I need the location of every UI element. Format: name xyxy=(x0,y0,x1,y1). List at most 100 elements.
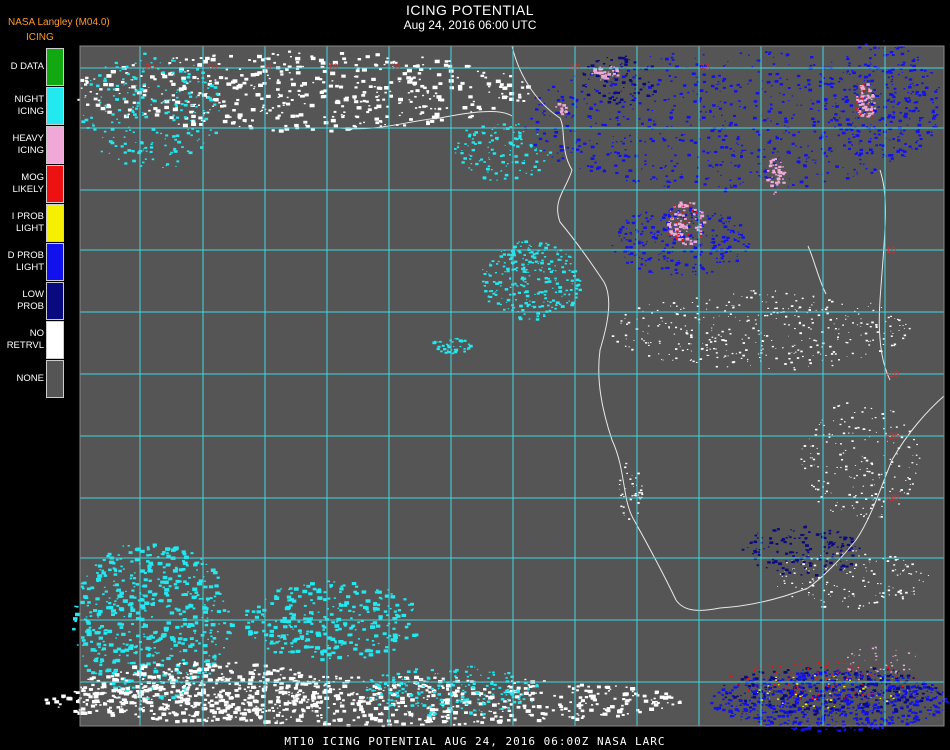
icing-pixel xyxy=(686,224,688,226)
icing-pixel xyxy=(251,610,256,613)
icing-pixel xyxy=(247,621,251,624)
icing-pixel xyxy=(791,95,794,97)
icing-pixel xyxy=(833,323,835,325)
icing-pixel xyxy=(191,122,197,126)
icing-pixel xyxy=(839,423,842,426)
icing-pixel xyxy=(377,642,380,645)
icing-pixel xyxy=(626,72,628,75)
icing-pixel xyxy=(204,111,207,113)
icing-pixel xyxy=(571,97,575,100)
icing-pixel xyxy=(519,169,521,172)
icing-pixel xyxy=(175,720,180,724)
icing-pixel xyxy=(111,113,115,116)
icing-pixel xyxy=(805,160,808,163)
icing-pixel xyxy=(753,100,758,103)
icing-pixel xyxy=(681,214,685,217)
icing-pixel xyxy=(487,146,489,148)
icing-pixel xyxy=(654,100,657,102)
icing-pixel xyxy=(418,106,422,109)
icing-pixel xyxy=(414,675,420,680)
icing-pixel xyxy=(143,52,147,55)
icing-pixel xyxy=(811,445,815,447)
icing-pixel xyxy=(661,137,665,140)
icing-pixel xyxy=(291,82,296,87)
icing-pixel xyxy=(669,210,672,212)
icing-pixel xyxy=(283,625,288,629)
icing-pixel xyxy=(823,606,826,608)
icing-pixel xyxy=(323,616,327,619)
icing-pixel xyxy=(366,638,369,641)
icing-pixel xyxy=(142,114,145,116)
icing-pixel xyxy=(825,355,827,356)
icing-pixel xyxy=(872,339,874,341)
icing-pixel xyxy=(752,327,755,330)
icing-pixel xyxy=(676,305,678,307)
icing-pixel xyxy=(705,111,707,113)
icing-pixel xyxy=(633,97,637,100)
icing-pixel xyxy=(757,59,761,62)
icing-pixel xyxy=(828,532,832,535)
icing-pixel xyxy=(197,81,200,83)
icing-pixel xyxy=(224,703,228,707)
icing-pixel xyxy=(117,554,120,556)
icing-pixel xyxy=(525,259,528,261)
icing-pixel xyxy=(375,624,381,628)
icing-pixel xyxy=(117,109,122,112)
icing-pixel xyxy=(828,161,831,163)
icing-pixel xyxy=(912,64,916,68)
icing-pixel xyxy=(922,581,924,583)
icing-pixel xyxy=(848,147,851,150)
icing-pixel xyxy=(414,107,418,109)
icing-pixel xyxy=(538,305,542,308)
icing-pixel xyxy=(502,86,508,90)
icing-pixel xyxy=(298,113,304,117)
icing-pixel xyxy=(128,612,132,616)
icing-pixel xyxy=(644,259,647,262)
icing-pixel xyxy=(827,593,830,595)
icing-pixel xyxy=(875,431,877,433)
icing-pixel xyxy=(785,560,787,562)
icing-pixel xyxy=(555,282,560,285)
icing-pixel xyxy=(610,59,613,61)
icing-pixel xyxy=(618,231,622,234)
icing-pixel xyxy=(645,217,648,220)
icing-pixel xyxy=(496,179,498,181)
icing-pixel xyxy=(178,69,183,73)
icing-pixel xyxy=(566,279,569,281)
icing-pixel xyxy=(657,325,660,327)
icing-pixel xyxy=(899,111,902,114)
icing-pixel xyxy=(899,491,901,492)
icing-pixel xyxy=(771,345,774,348)
icing-pixel xyxy=(855,134,860,137)
icing-pixel xyxy=(722,86,726,89)
icing-pixel xyxy=(818,424,820,425)
icing-pixel xyxy=(568,716,571,718)
icing-pixel xyxy=(620,98,624,101)
icing-pixel xyxy=(633,61,637,64)
icing-pixel xyxy=(87,711,92,714)
icing-pixel xyxy=(864,90,866,92)
icing-pixel xyxy=(337,655,343,660)
icing-pixel xyxy=(852,322,854,324)
icing-pixel xyxy=(470,103,475,106)
icing-pixel xyxy=(162,575,168,580)
icing-pixel xyxy=(934,90,938,93)
icing-pixel xyxy=(720,174,722,176)
icing-pixel xyxy=(225,68,229,71)
icing-pixel xyxy=(178,568,184,572)
icing-pixel xyxy=(845,465,848,468)
icing-pixel xyxy=(617,123,621,126)
icing-pixel xyxy=(904,155,906,157)
icing-pixel xyxy=(620,322,622,324)
icing-pixel xyxy=(85,616,88,618)
icing-pixel xyxy=(164,89,167,91)
icing-pixel xyxy=(795,586,797,588)
icing-pixel xyxy=(356,82,360,84)
icing-pixel xyxy=(668,235,671,237)
icing-pixel xyxy=(131,623,134,626)
icing-pixel xyxy=(129,577,133,580)
icing-pixel xyxy=(626,118,630,120)
icing-pixel xyxy=(121,579,125,582)
icing-pixel xyxy=(757,163,760,165)
icing-pixel xyxy=(403,713,408,716)
